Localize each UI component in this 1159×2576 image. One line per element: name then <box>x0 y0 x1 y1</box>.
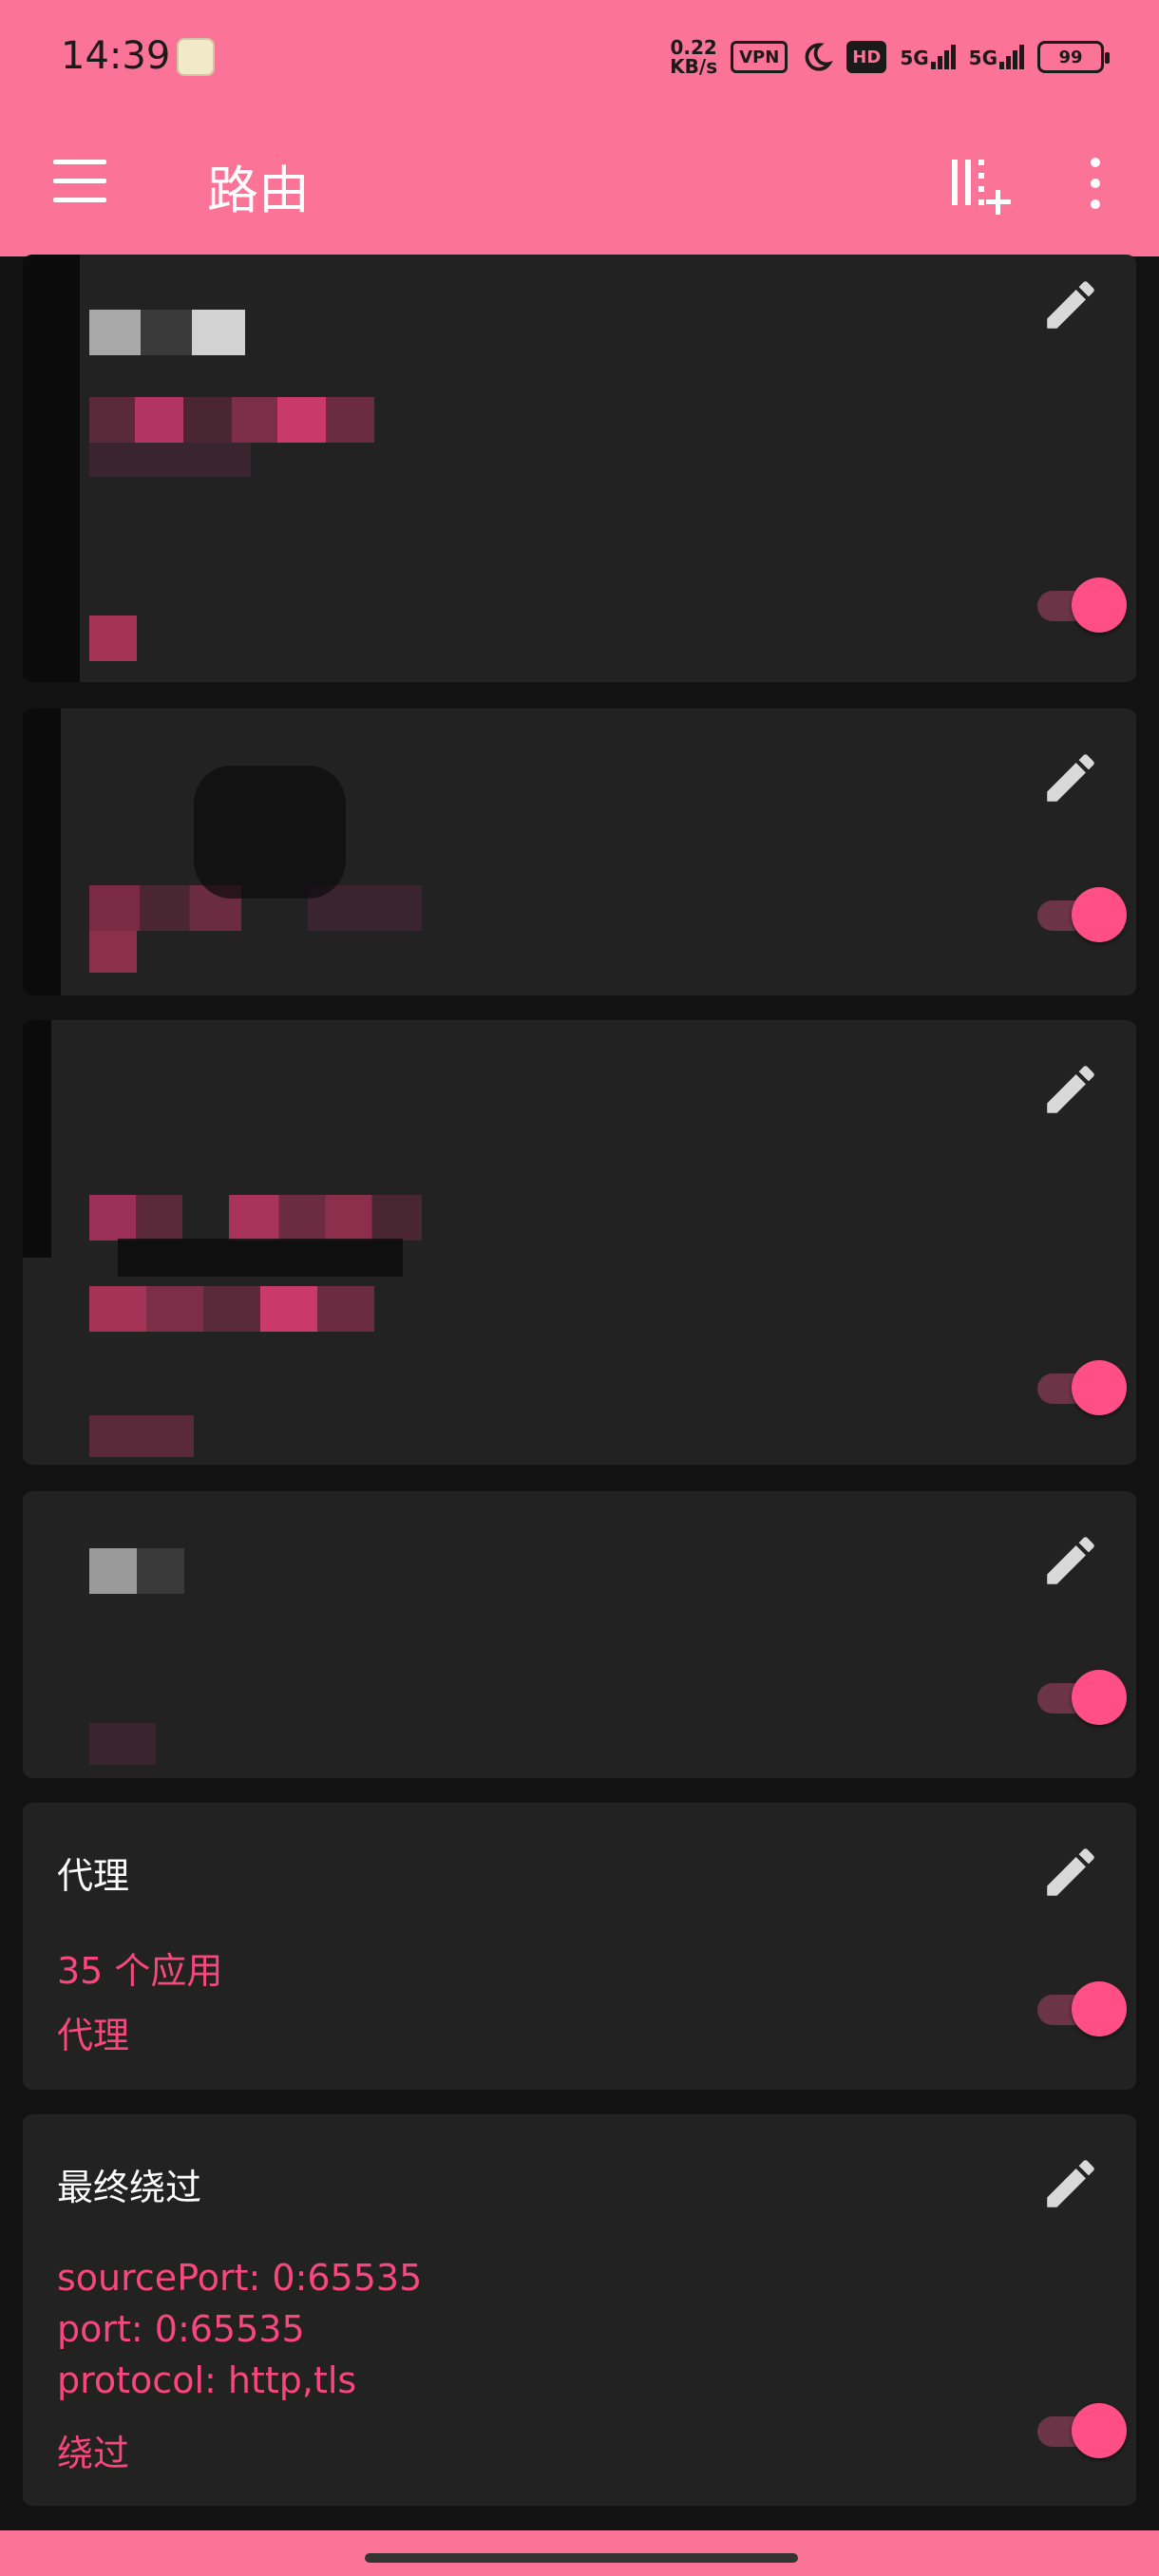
edit-icon[interactable] <box>1039 747 1102 809</box>
redacted-title <box>89 1548 184 1594</box>
route-card-4[interactable] <box>23 1491 1136 1778</box>
outbound-label: 代理 <box>57 2015 130 2056</box>
status-time: 14:39 <box>61 34 171 78</box>
speed-unit: KB/s <box>670 55 718 78</box>
signal-label-2: 5G <box>968 47 998 69</box>
source-port-rule: sourcePort: 0:65535 <box>57 2257 423 2299</box>
speed-value: 0.22 <box>670 36 717 59</box>
enable-switch[interactable] <box>1037 1668 1129 1725</box>
home-indicator[interactable] <box>365 2553 798 2563</box>
enable-switch[interactable] <box>1037 1979 1129 2036</box>
hd-badge: HD <box>846 41 887 73</box>
enable-switch[interactable] <box>1037 1358 1129 1415</box>
edit-icon[interactable] <box>1039 2152 1102 2215</box>
edit-icon[interactable] <box>1039 1058 1102 1121</box>
scribble-mark <box>61 302 80 663</box>
route-card-final-bypass[interactable]: 最终绕过 sourcePort: 0:65535 port: 0:65535 p… <box>23 2114 1136 2506</box>
enable-switch[interactable] <box>1037 576 1129 633</box>
scribble-mark <box>194 766 346 899</box>
edit-icon[interactable] <box>1039 1841 1102 1904</box>
route-card-3[interactable] <box>23 1020 1136 1465</box>
network-speed: 0.22 KB/s <box>670 38 717 76</box>
add-rule-icon[interactable] <box>950 156 1011 217</box>
redacted-line <box>89 1723 156 1765</box>
status-indicators: 0.22 KB/s VPN HD 5G 5G 99 <box>670 36 1110 78</box>
route-card-proxy[interactable]: 代理 35 个应用 代理 <box>23 1803 1136 2090</box>
redacted-line <box>89 1195 422 1241</box>
menu-icon[interactable] <box>53 160 106 205</box>
card-title: 代理 <box>57 1855 130 1897</box>
enable-switch[interactable] <box>1037 885 1129 942</box>
apps-count: 35 个应用 <box>57 1950 223 1992</box>
scribble-mark <box>23 709 61 995</box>
signal-icon-2: 5G <box>969 45 1024 69</box>
port-rule: port: 0:65535 <box>57 2308 305 2350</box>
redacted-title <box>89 310 245 355</box>
scribble-mark <box>118 1239 403 1277</box>
redacted-line <box>89 443 251 477</box>
battery-icon: 99 <box>1037 41 1110 73</box>
vpn-badge: VPN <box>731 41 788 73</box>
more-vert-icon[interactable] <box>1083 154 1110 215</box>
top-bar: 14:39 0.22 KB/s VPN HD 5G 5G 99 路由 <box>0 0 1159 256</box>
redacted-line <box>89 931 137 973</box>
page-title: 路由 <box>207 161 310 220</box>
notification-app-icon <box>177 38 215 76</box>
card-title: 最终绕过 <box>57 2167 202 2208</box>
enable-switch[interactable] <box>1037 2401 1129 2458</box>
redacted-line <box>89 397 374 443</box>
bottom-bar <box>0 2530 1159 2576</box>
outbound-label: 绕过 <box>57 2433 130 2474</box>
route-card-2[interactable] <box>23 709 1136 995</box>
app-bar: 路由 <box>0 114 1159 256</box>
edit-icon[interactable] <box>1039 1529 1102 1592</box>
signal-icon: 5G <box>900 45 956 69</box>
protocol-rule: protocol: http,tls <box>57 2359 357 2401</box>
battery-level: 99 <box>1058 47 1083 67</box>
route-card-1[interactable] <box>23 255 1136 682</box>
signal-label: 5G <box>900 47 929 69</box>
moon-icon <box>805 43 834 71</box>
redacted-line <box>89 1286 374 1332</box>
status-bar: 14:39 0.22 KB/s VPN HD 5G 5G 99 <box>0 0 1159 114</box>
redacted-line <box>89 1415 194 1457</box>
edit-icon[interactable] <box>1039 274 1102 336</box>
scribble-mark <box>23 1020 51 1258</box>
redacted-line <box>89 616 137 661</box>
